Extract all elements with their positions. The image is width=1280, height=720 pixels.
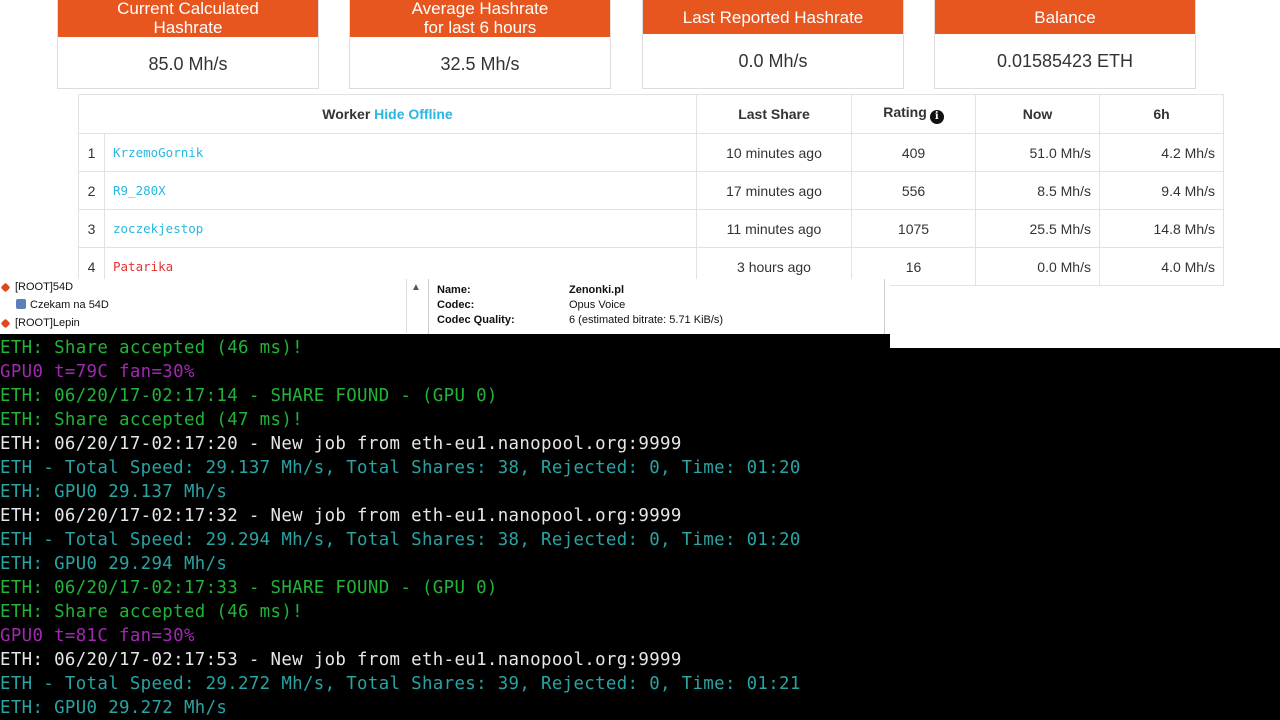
hide-offline-link[interactable]: Hide Offline	[374, 106, 453, 122]
6h-hashrate-cell: 4.2 Mh/s	[1099, 133, 1224, 172]
stat-card-title-line: Current Calculated	[117, 0, 259, 18]
now-hashrate-cell: 8.5 Mh/s	[975, 171, 1100, 210]
console-line: ETH: 06/20/17-02:17:32 - New job from et…	[0, 506, 682, 526]
console-line: ETH: GPU0 29.137 Mh/s	[0, 482, 228, 502]
table-row: 1 KrzemoGornik 10 minutes ago 409 51.0 M…	[78, 133, 1224, 172]
channel-tree: [ROOT]54D Czekam na 54D [ROOT]Lepin	[0, 279, 420, 333]
scroll-up-icon[interactable]: ▲	[411, 282, 421, 293]
info-value: Zenonki.pl	[569, 284, 624, 296]
6h-hashrate-cell: 9.4 Mh/s	[1099, 171, 1224, 210]
channel-label: [ROOT]Lepin	[15, 317, 80, 329]
stat-card-title-line: for last 6 hours	[423, 17, 537, 37]
col-6h[interactable]: 6h	[1099, 94, 1224, 134]
channel-icon	[0, 282, 11, 293]
col-now[interactable]: Now	[975, 94, 1100, 134]
rating-cell: 409	[851, 133, 976, 172]
stat-card-value: 0.0 Mh/s	[738, 51, 808, 71]
stat-card-title-line: Average Hashrate	[411, 0, 549, 18]
console-line: ETH: 06/20/17-02:17:33 - SHARE FOUND - (…	[0, 578, 498, 598]
workers-table-header: Worker Hide Offline Last Share Rating i N…	[78, 94, 1224, 134]
info-icon[interactable]: i	[929, 110, 944, 124]
stat-card-reported-hashrate: Last Reported Hashrate 0.0 Mh/s	[642, 0, 904, 89]
last-share-cell: 11 minutes ago	[696, 209, 852, 248]
row-index: 2	[78, 171, 105, 210]
worker-name-link[interactable]: zoczekjestop	[104, 209, 697, 248]
col-worker-label: Worker	[322, 106, 371, 122]
info-value: 6 (estimated bitrate: 5.71 KiB/s)	[569, 314, 724, 326]
stat-card-value: 85.0 Mh/s	[148, 54, 228, 74]
console-line: ETH: GPU0 29.272 Mh/s	[0, 698, 228, 718]
stat-card-value: 32.5 Mh/s	[440, 54, 520, 74]
channel-label: [ROOT]54D	[15, 281, 74, 293]
info-label: Codec Quality:	[437, 314, 515, 326]
console-line: ETH: 06/20/17-02:17:20 - New job from et…	[0, 434, 682, 454]
user-label: Czekam na 54D	[30, 299, 109, 311]
worker-name-link[interactable]: KrzemoGornik	[104, 133, 697, 172]
col-rating[interactable]: Rating i	[851, 94, 976, 134]
console-line: ETH - Total Speed: 29.294 Mh/s, Total Sh…	[0, 530, 801, 550]
now-hashrate-cell: 51.0 Mh/s	[975, 133, 1100, 172]
rating-cell: 1075	[851, 209, 976, 248]
info-label: Name:	[437, 284, 471, 296]
col-rating-label: Rating	[883, 104, 927, 120]
user-item[interactable]: Czekam na 54D	[16, 297, 109, 313]
channel-item[interactable]: [ROOT]54D	[0, 279, 73, 295]
stat-card-average-hashrate: Average Hashrate for last 6 hours 32.5 M…	[349, 0, 611, 89]
stat-card-balance: Balance 0.01585423 ETH	[934, 0, 1196, 89]
user-icon	[16, 299, 26, 309]
stat-card-current-hashrate: Current Calculated Hashrate 85.0 Mh/s	[57, 0, 319, 89]
stat-card-header: Average Hashrate for last 6 hours	[350, 0, 610, 37]
table-row: 2 R9_280X 17 minutes ago 556 8.5 Mh/s 9.…	[78, 171, 1224, 210]
info-value: Opus Voice	[569, 299, 626, 311]
worker-name-link[interactable]: R9_280X	[104, 171, 697, 210]
last-share-cell: 10 minutes ago	[696, 133, 852, 172]
6h-hashrate-cell: 14.8 Mh/s	[1099, 209, 1224, 248]
stat-card-header: Current Calculated Hashrate	[58, 0, 318, 37]
rating-cell: 556	[851, 171, 976, 210]
console-line: ETH: 06/20/17-02:17:53 - New job from et…	[0, 650, 682, 670]
tree-scrollbar[interactable]: ▲	[406, 279, 425, 333]
table-row: 3 zoczekjestop 11 minutes ago 1075 25.5 …	[78, 209, 1224, 248]
stat-card-value: 0.01585423 ETH	[996, 51, 1134, 71]
console-line: ETH - Total Speed: 29.137 Mh/s, Total Sh…	[0, 458, 801, 478]
console-line: ETH - Total Speed: 29.272 Mh/s, Total Sh…	[0, 674, 801, 694]
now-hashrate-cell: 0.0 Mh/s	[975, 247, 1100, 286]
now-hashrate-cell: 25.5 Mh/s	[975, 209, 1100, 248]
row-index: 1	[78, 133, 105, 172]
console-line: ETH: Share accepted (46 ms)!	[0, 602, 303, 622]
stat-card-title-line: Hashrate	[153, 17, 223, 37]
stat-card-title: Balance	[1034, 7, 1096, 27]
last-share-cell: 17 minutes ago	[696, 171, 852, 210]
stat-card-title: Last Reported Hashrate	[682, 7, 864, 27]
console-line: GPU0 t=79C fan=30%	[0, 362, 195, 382]
col-last-share[interactable]: Last Share	[696, 94, 852, 134]
console-line: ETH: Share accepted (47 ms)!	[0, 410, 303, 430]
info-label: Codec:	[437, 299, 475, 311]
stat-card-header: Balance	[935, 0, 1195, 34]
console-line: ETH: 06/20/17-02:17:14 - SHARE FOUND - (…	[0, 386, 498, 406]
background-strip	[890, 334, 1280, 348]
row-index: 3	[78, 209, 105, 248]
col-worker: Worker Hide Offline	[78, 94, 697, 134]
stat-card-header: Last Reported Hashrate	[643, 0, 903, 34]
channel-item[interactable]: [ROOT]Lepin	[0, 315, 80, 331]
channel-icon	[0, 318, 11, 329]
workers-table: Worker Hide Offline Last Share Rating i N…	[78, 94, 1224, 286]
console-line: ETH: Share accepted (46 ms)!	[0, 338, 303, 358]
console-line: ETH: GPU0 29.294 Mh/s	[0, 554, 228, 574]
miner-console: ETH: Share accepted (46 ms)! GPU0 t=79C …	[0, 334, 1280, 720]
console-line: GPU0 t=81C fan=30%	[0, 626, 195, 646]
6h-hashrate-cell: 4.0 Mh/s	[1099, 247, 1224, 286]
